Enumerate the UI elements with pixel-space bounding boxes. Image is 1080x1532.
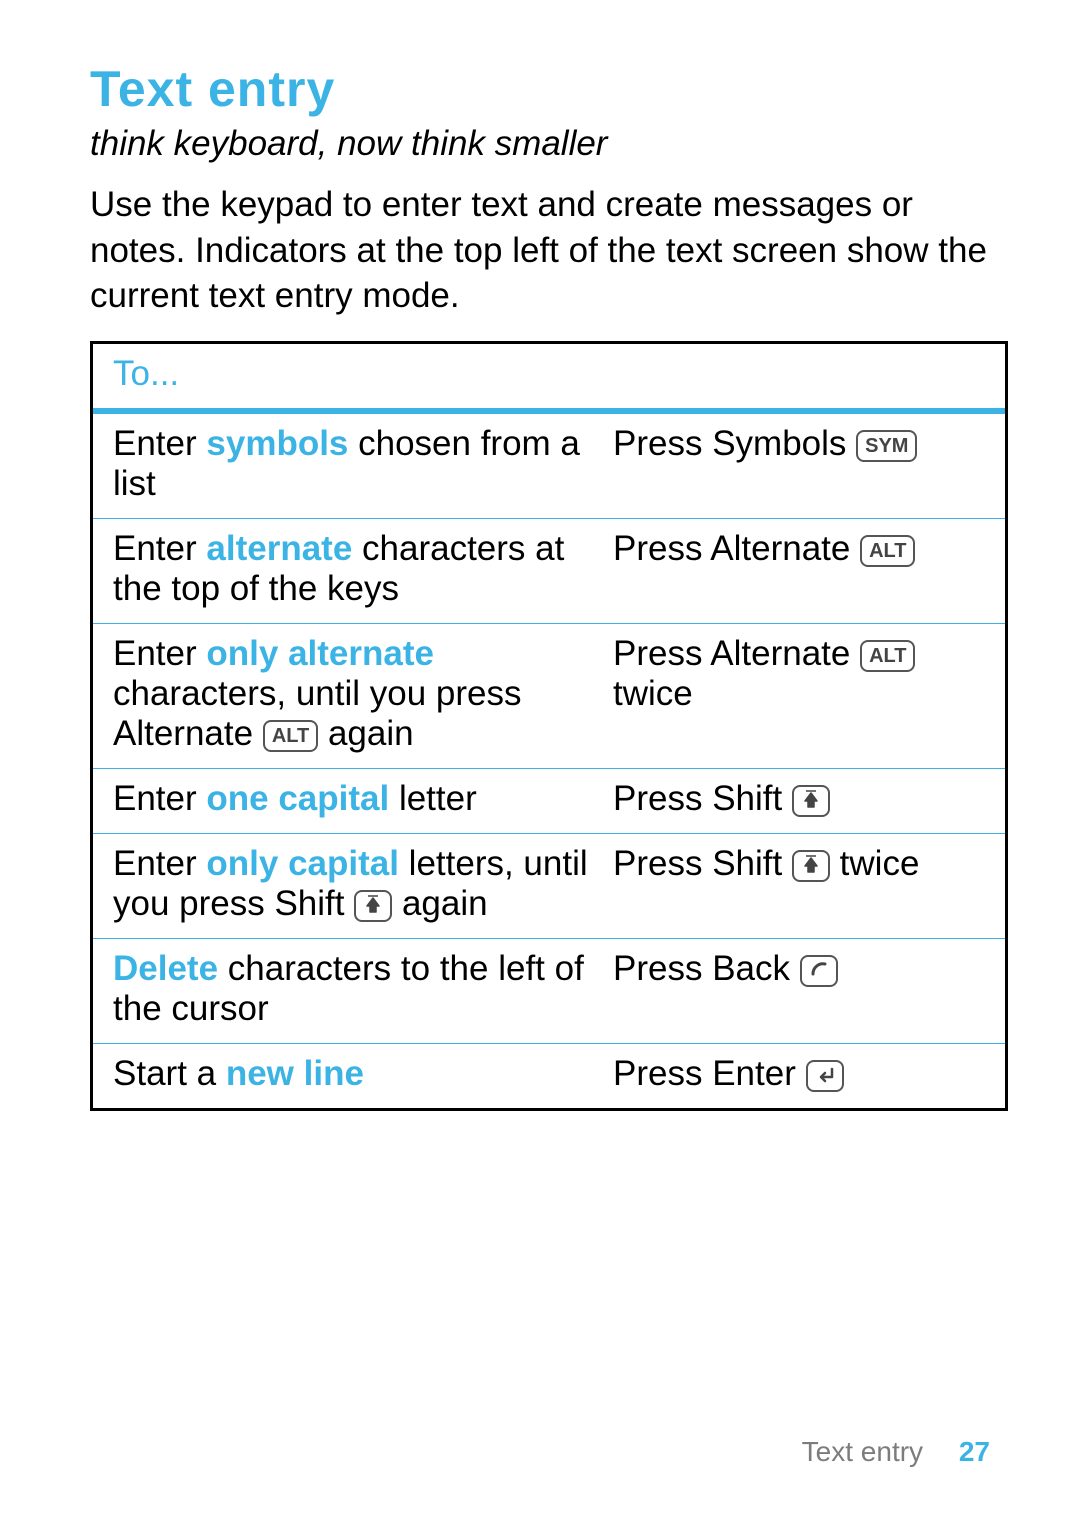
instructions-table: To... Enter symbols chosen from a list P… bbox=[90, 341, 1008, 1111]
enter-key-icon bbox=[806, 1060, 844, 1092]
text: Press Symbols bbox=[613, 424, 856, 463]
table-row: Enter only alternate characters, until y… bbox=[93, 623, 1005, 768]
row-action: Press Alternate ALT bbox=[613, 529, 985, 609]
row-description: Delete characters to the left of the cur… bbox=[113, 949, 613, 1029]
text: Press Alternate bbox=[613, 529, 860, 568]
row-description: Start a new line bbox=[113, 1054, 613, 1094]
alt-key-icon: ALT bbox=[860, 640, 915, 672]
keyword: new line bbox=[226, 1054, 364, 1093]
row-description: Enter alternate characters at the top of… bbox=[113, 529, 613, 609]
keyword: one capital bbox=[206, 779, 389, 818]
text: Start a bbox=[113, 1054, 226, 1093]
row-description: Enter only alternate characters, until y… bbox=[113, 634, 613, 754]
table-row: Enter one capital letter Press Shift bbox=[93, 768, 1005, 833]
text: Press Alternate bbox=[613, 634, 860, 673]
row-action: Press Back bbox=[613, 949, 985, 1029]
row-description: Enter one capital letter bbox=[113, 779, 613, 819]
text: Enter bbox=[113, 779, 206, 818]
table-row: Delete characters to the left of the cur… bbox=[93, 938, 1005, 1043]
text: twice bbox=[613, 674, 693, 713]
subtitle: think keyboard, now think smaller bbox=[90, 124, 1002, 164]
text: letter bbox=[389, 779, 477, 818]
footer-section-label: Text entry bbox=[802, 1436, 923, 1467]
sym-key-icon: SYM bbox=[856, 430, 917, 462]
text: Press Enter bbox=[613, 1054, 806, 1093]
row-action: Press Shift bbox=[613, 779, 985, 819]
page-body: Text entry think keyboard, now think sma… bbox=[0, 0, 1080, 1532]
row-description: Enter only capital letters, until you pr… bbox=[113, 844, 613, 924]
keyword: alternate bbox=[206, 529, 352, 568]
table-row: Enter only capital letters, until you pr… bbox=[93, 833, 1005, 938]
back-key-icon bbox=[800, 955, 838, 987]
text: Press Back bbox=[613, 949, 800, 988]
text: Enter bbox=[113, 634, 206, 673]
keyword: only alternate bbox=[206, 634, 434, 673]
keyword: Delete bbox=[113, 949, 218, 988]
table-row: Enter symbols chosen from a list Press S… bbox=[93, 413, 1005, 518]
row-action: Press Enter bbox=[613, 1054, 985, 1094]
intro-paragraph: Use the keypad to enter text and create … bbox=[90, 182, 1002, 319]
text: twice bbox=[830, 844, 919, 883]
table-header: To... bbox=[93, 344, 1005, 413]
row-action: Press Symbols SYM bbox=[613, 424, 985, 504]
shift-key-icon bbox=[354, 890, 392, 922]
shift-key-icon bbox=[792, 850, 830, 882]
keyword: symbols bbox=[206, 424, 348, 463]
page-title: Text entry bbox=[90, 60, 1002, 118]
footer-page-number: 27 bbox=[959, 1436, 990, 1467]
text: Enter bbox=[113, 529, 206, 568]
text: Press Shift bbox=[613, 844, 792, 883]
text: again bbox=[318, 714, 413, 753]
row-action: Press Shift twice bbox=[613, 844, 985, 924]
row-description: Enter symbols chosen from a list bbox=[113, 424, 613, 504]
text: again bbox=[392, 884, 487, 923]
row-action: Press Alternate ALT twice bbox=[613, 634, 985, 754]
alt-key-icon: ALT bbox=[263, 720, 318, 752]
keyword: only capital bbox=[206, 844, 399, 883]
page-footer: Text entry 27 bbox=[802, 1436, 990, 1468]
text: Enter bbox=[113, 844, 206, 883]
alt-key-icon: ALT bbox=[860, 535, 915, 567]
shift-key-icon bbox=[792, 785, 830, 817]
text: Press Shift bbox=[613, 779, 792, 818]
table-row: Enter alternate characters at the top of… bbox=[93, 518, 1005, 623]
text: Enter bbox=[113, 424, 206, 463]
table-row: Start a new line Press Enter bbox=[93, 1043, 1005, 1108]
